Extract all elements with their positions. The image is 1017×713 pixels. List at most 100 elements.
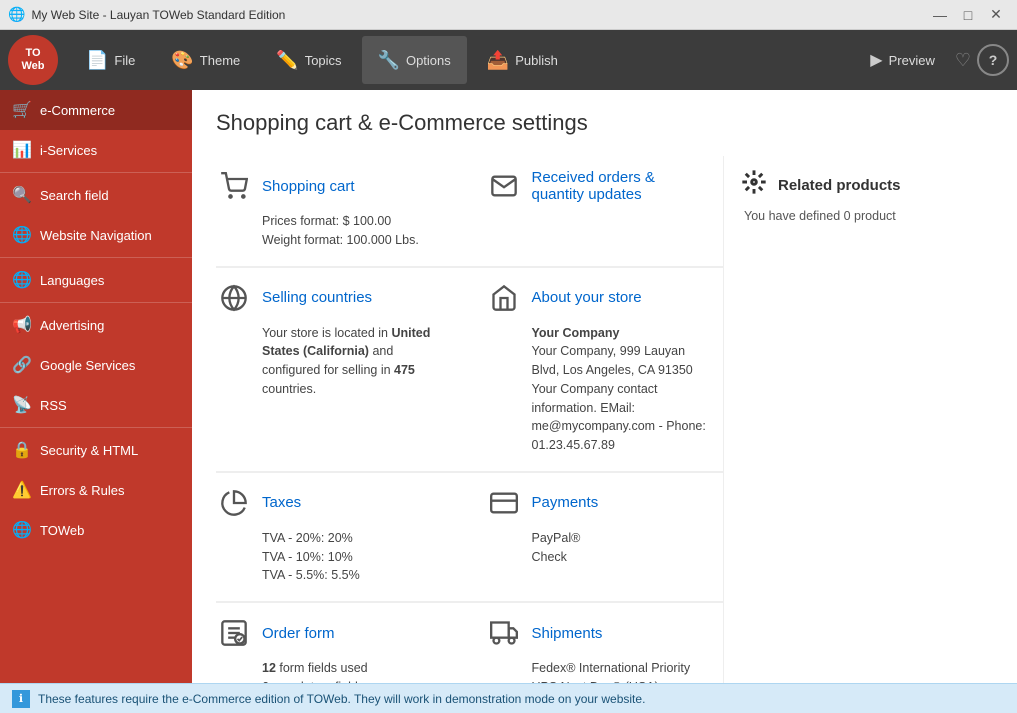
content-area: Shopping cart & e-Commerce settings: [192, 90, 1017, 683]
taxes-section: Taxes TVA - 20%: 20% TVA - 10%: 10% TVA …: [216, 473, 470, 602]
main-layout: 🛒 e-Commerce 📊 i-Services 🔍 Search field…: [0, 90, 1017, 683]
payments-icon: [486, 485, 522, 521]
theme-label: Theme: [200, 53, 240, 68]
preview-label: Preview: [889, 53, 935, 68]
shopping-cart-icon: [216, 168, 252, 204]
webnavigation-icon: 🌐: [12, 225, 32, 245]
heart-icon: ♡: [955, 50, 971, 71]
about-store-header: About your store: [486, 280, 708, 316]
sidebar-item-webnavigation[interactable]: 🌐 Website Navigation: [0, 215, 192, 255]
sidebar-item-advertising[interactable]: 📢 Advertising: [0, 305, 192, 345]
shipment-line-2: UPS Next Day® (USA): [532, 678, 708, 683]
sidebar-divider-1: [0, 172, 192, 173]
help-button[interactable]: ?: [977, 44, 1009, 76]
related-products-title[interactable]: Related products: [778, 177, 901, 194]
company-address: Your Company, 999 Lauyan Blvd, Los Angel…: [532, 344, 693, 377]
toolbar-right: ▶ Preview ♡ ?: [856, 36, 1009, 84]
window-title: My Web Site - Lauyan TOWeb Standard Edit…: [31, 8, 285, 22]
topics-icon: ✏️: [276, 50, 298, 71]
payment-line-2: Check: [532, 548, 708, 567]
topics-label: Topics: [305, 53, 342, 68]
taxes-icon: [216, 485, 252, 521]
sidebar-languages-label: Languages: [40, 273, 104, 288]
file-button[interactable]: 📄 File: [70, 36, 151, 84]
sidebar-item-languages[interactable]: 🌐 Languages: [0, 260, 192, 300]
received-orders-title[interactable]: Received orders & quantity updates: [532, 169, 708, 203]
related-products-body: You have defined 0 product: [740, 209, 993, 223]
order-form-body: 12 form fields used6 mandatory fields: [216, 659, 454, 683]
related-products-header: Related products: [740, 168, 993, 203]
sidebar-item-iservices[interactable]: 📊 i-Services: [0, 130, 192, 170]
publish-icon: 📤: [487, 50, 509, 71]
googleservices-icon: 🔗: [12, 355, 32, 375]
payments-title[interactable]: Payments: [532, 494, 599, 511]
title-bar-left: 🌐 My Web Site - Lauyan TOWeb Standard Ed…: [8, 6, 285, 23]
options-button[interactable]: 🔧 Options: [362, 36, 467, 84]
file-icon: 📄: [86, 50, 108, 71]
sidebar-item-ecommerce[interactable]: 🛒 e-Commerce: [0, 90, 192, 130]
taxes-header: Taxes: [216, 485, 454, 521]
sidebar-item-searchfield[interactable]: 🔍 Search field: [0, 175, 192, 215]
shipments-body: Fedex® International Priority UPS Next D…: [486, 659, 708, 683]
shopping-cart-title[interactable]: Shopping cart: [262, 178, 355, 195]
sidebar-item-rss[interactable]: 📡 RSS: [0, 385, 192, 425]
sidebar-divider-3: [0, 302, 192, 303]
selling-countries-body: Your store is located in United States (…: [216, 324, 454, 399]
minimize-button[interactable]: —: [927, 5, 953, 25]
order-form-title[interactable]: Order form: [262, 625, 335, 642]
company-contact: Your Company contact information. EMail:…: [532, 382, 706, 452]
order-form-section: Order form 12 form fields used6 mandator…: [216, 603, 470, 683]
help-label: ?: [989, 52, 998, 68]
shipment-line-1: Fedex® International Priority: [532, 659, 708, 678]
selling-countries-section: Selling countries Your store is located …: [216, 268, 470, 472]
left-columns: Shopping cart Prices format: $ 100.00 We…: [216, 156, 723, 683]
related-products-icon: [740, 168, 768, 203]
sidebar-toweb-label: TOWeb: [40, 523, 84, 538]
topics-button[interactable]: ✏️ Topics: [260, 36, 357, 84]
prices-format: Prices format: $ 100.00: [262, 212, 454, 231]
row-1: Shopping cart Prices format: $ 100.00 We…: [216, 156, 723, 268]
errors-icon: ⚠️: [12, 480, 32, 500]
tax-line-2: TVA - 10%: 10%: [262, 548, 454, 567]
sidebar-searchfield-label: Search field: [40, 188, 109, 203]
title-bar-controls: — □ ✕: [927, 5, 1009, 25]
sidebar-item-toweb[interactable]: 🌐 TOWeb: [0, 510, 192, 550]
taxes-body: TVA - 20%: 20% TVA - 10%: 10% TVA - 5.5%…: [216, 529, 454, 585]
about-store-title[interactable]: About your store: [532, 289, 642, 306]
sidebar-errors-label: Errors & Rules: [40, 483, 125, 498]
app-icon: 🌐: [8, 6, 25, 23]
about-store-icon: [486, 280, 522, 316]
payments-section: Payments PayPal® Check: [470, 473, 724, 602]
ecommerce-icon: 🛒: [12, 100, 32, 120]
payments-header: Payments: [486, 485, 708, 521]
shipments-icon: [486, 615, 522, 651]
theme-button[interactable]: 🎨 Theme: [155, 36, 256, 84]
sidebar-item-security[interactable]: 🔒 Security & HTML: [0, 430, 192, 470]
selling-countries-title[interactable]: Selling countries: [262, 289, 372, 306]
languages-icon: 🌐: [12, 270, 32, 290]
taxes-title[interactable]: Taxes: [262, 494, 301, 511]
sidebar-divider-4: [0, 427, 192, 428]
shipments-title[interactable]: Shipments: [532, 625, 603, 642]
sidebar-webnavigation-label: Website Navigation: [40, 228, 152, 243]
preview-button[interactable]: ▶ Preview: [856, 36, 949, 84]
shipments-section: Shipments Fedex® International Priority …: [470, 603, 724, 683]
payment-line-1: PayPal®: [532, 529, 708, 548]
app-logo: TOWeb: [8, 35, 58, 85]
right-panel: Related products You have defined 0 prod…: [723, 156, 993, 683]
sidebar-advertising-label: Advertising: [40, 318, 104, 333]
security-icon: 🔒: [12, 440, 32, 460]
maximize-button[interactable]: □: [955, 5, 981, 25]
publish-button[interactable]: 📤 Publish: [471, 36, 574, 84]
row-2: Selling countries Your store is located …: [216, 268, 723, 473]
options-icon: 🔧: [378, 50, 400, 71]
sidebar-item-googleservices[interactable]: 🔗 Google Services: [0, 345, 192, 385]
received-orders-icon: [486, 168, 522, 204]
order-form-icon: [216, 615, 252, 651]
sidebar-item-errors[interactable]: ⚠️ Errors & Rules: [0, 470, 192, 510]
shopping-cart-section: Shopping cart Prices format: $ 100.00 We…: [216, 156, 470, 267]
close-button[interactable]: ✕: [983, 5, 1009, 25]
options-label: Options: [406, 53, 451, 68]
related-products-desc: You have defined 0 product: [744, 209, 896, 223]
selling-countries-icon: [216, 280, 252, 316]
